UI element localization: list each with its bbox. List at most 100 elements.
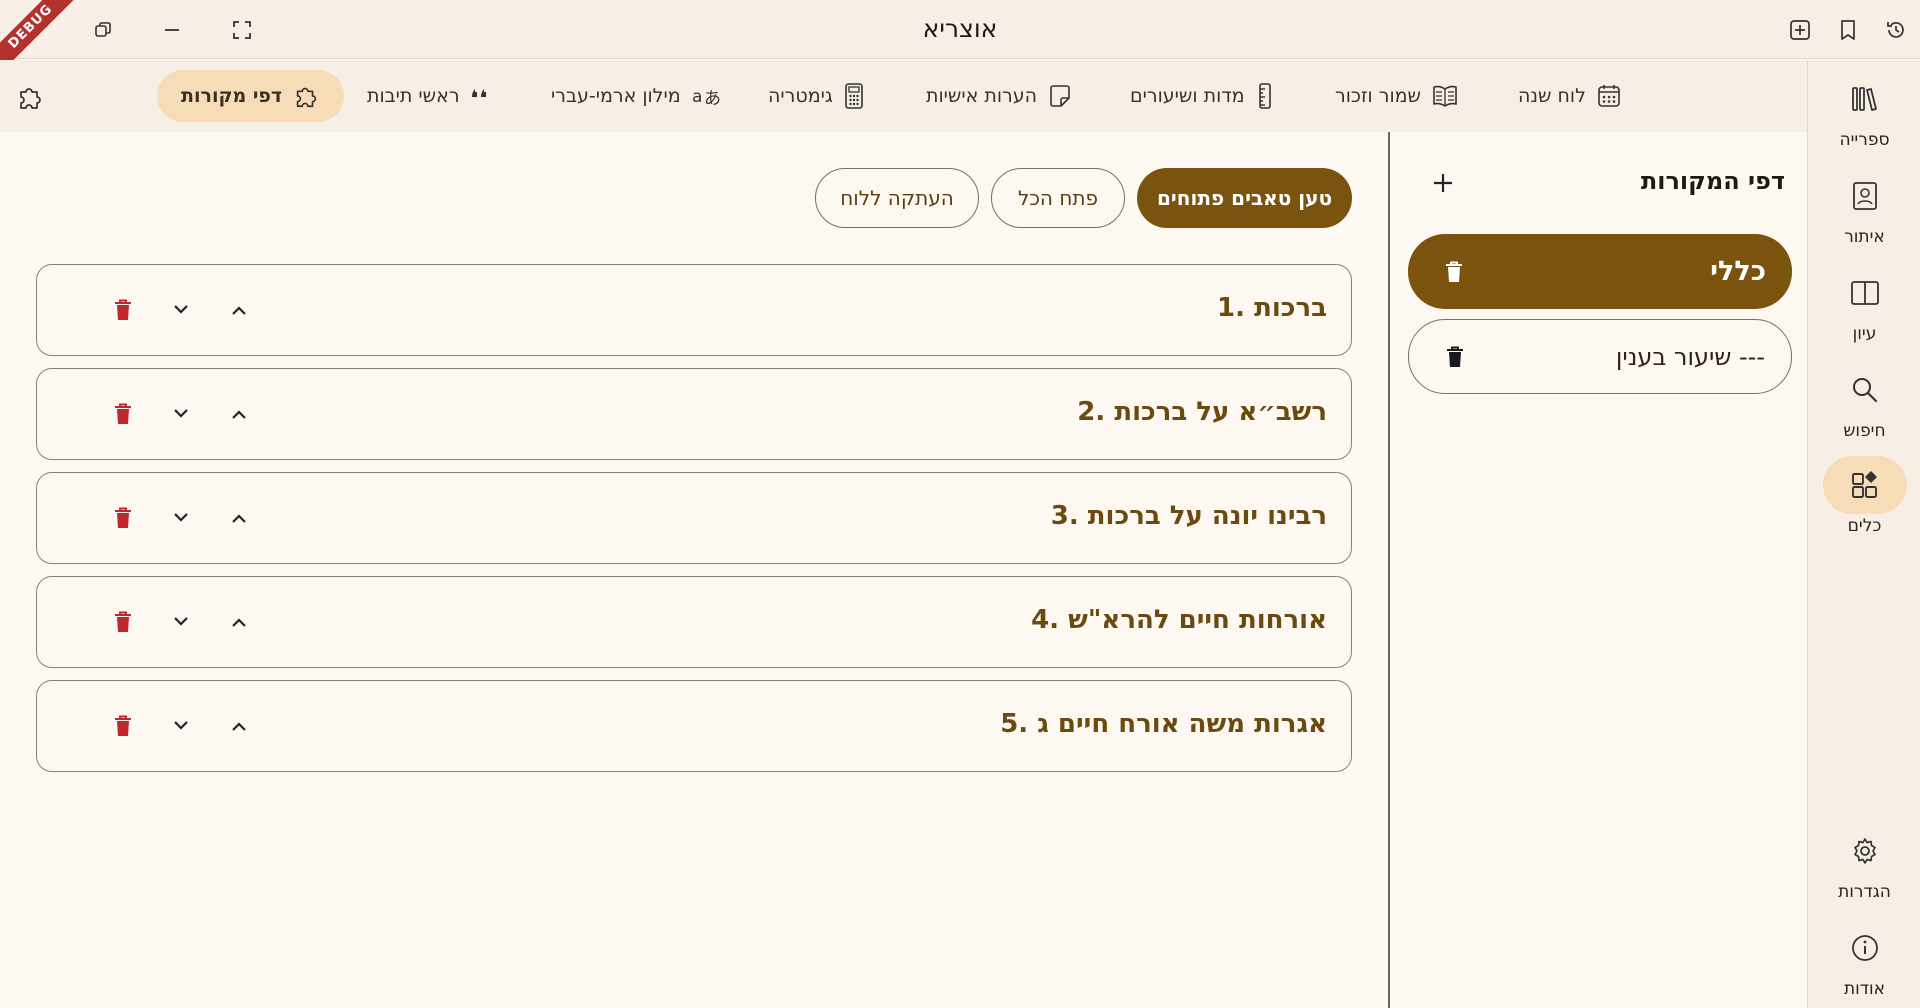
bookmarks-button[interactable] — [1832, 14, 1864, 46]
chevron-down-icon — [174, 617, 188, 626]
chevron-down-icon — [174, 409, 188, 418]
source-title: 5. אגרות משה אורח חיים ג — [1000, 709, 1327, 739]
source-title: 3. רבינו יונה על ברכות — [1050, 501, 1327, 531]
source-title: 4. אורחות חיים להרא"ש — [1031, 605, 1327, 635]
rail-label: איתור — [1844, 227, 1885, 247]
tool-label: מדות ושיעורים — [1130, 85, 1245, 107]
rail-item-reading[interactable]: עיון — [1808, 264, 1920, 354]
move-up-button[interactable] — [223, 605, 255, 639]
sheet-item-lesson[interactable]: שיעור בענין --- — [1408, 319, 1792, 394]
list-item[interactable]: 5. אגרות משה אורח חיים ג — [36, 680, 1352, 772]
tool-label: מילון ארמי-עברי — [551, 85, 681, 107]
source-title: 1. ברכות — [1217, 293, 1327, 323]
chevron-down-icon — [174, 305, 188, 314]
bookmark-icon — [1841, 20, 1855, 40]
source-sheets-panel: דפי המקורות כללי שיעור בענין --- — [1388, 132, 1807, 1008]
trash-icon — [115, 403, 131, 424]
rail-item-about[interactable]: אודות — [1808, 919, 1920, 1008]
move-up-button[interactable] — [223, 397, 255, 431]
tool-calendar[interactable]: לוח שנה — [1494, 70, 1646, 122]
title-bar: DEBUG אוצריא — [0, 0, 1920, 81]
rail-item-find[interactable]: איתור — [1808, 167, 1920, 257]
move-down-button[interactable] — [165, 397, 197, 431]
sheet-item-general[interactable]: כללי — [1408, 234, 1792, 309]
delete-source-button[interactable] — [107, 501, 139, 535]
tool-label: ראשי תיבות — [367, 85, 460, 107]
delete-sheet-button[interactable] — [1445, 345, 1465, 369]
tool-source-sheets[interactable]: דפי מקורות — [157, 70, 345, 122]
rail-label: ספרייה — [1839, 130, 1890, 150]
move-down-button[interactable] — [165, 501, 197, 535]
open-all-button[interactable]: פתח הכל — [991, 168, 1125, 228]
chevron-down-icon — [174, 721, 188, 730]
svg-text:a: a — [692, 87, 702, 107]
list-item[interactable]: 3. רבינו יונה על ברכות — [36, 472, 1352, 564]
history-button[interactable] — [1880, 14, 1912, 46]
navigation-rail: ספרייה איתור עיון חיפוש כלים הגדרות אודו… — [1807, 60, 1920, 1008]
tool-label: לוח שנה — [1518, 85, 1586, 107]
translate-icon: aあ — [692, 87, 721, 109]
list-item[interactable]: 4. אורחות חיים להרא"ש — [36, 576, 1352, 668]
chevron-up-icon — [232, 618, 246, 627]
move-up-button[interactable] — [223, 709, 255, 743]
list-item[interactable]: 1. ברכות — [36, 264, 1352, 356]
rail-item-settings[interactable]: הגדרות — [1808, 822, 1920, 912]
move-down-button[interactable] — [165, 293, 197, 327]
tools-icon — [1851, 471, 1877, 498]
library-icon — [1851, 87, 1877, 111]
chevron-down-icon — [174, 513, 188, 522]
load-open-tabs-button[interactable]: טען טאבים פתוחים — [1137, 168, 1352, 228]
rail-item-search[interactable]: חיפוש — [1808, 361, 1920, 451]
rail-label: אודות — [1843, 979, 1886, 999]
rail-item-tools[interactable]: כלים — [1808, 456, 1920, 546]
plus-icon — [1434, 174, 1452, 192]
sheet-label: כללי — [1710, 256, 1766, 287]
trash-icon — [1446, 261, 1462, 282]
trash-icon — [115, 299, 131, 320]
move-down-button[interactable] — [165, 709, 197, 743]
svg-text:あ: あ — [704, 89, 721, 109]
tool-acronyms[interactable]: ראשי תיבות — [343, 70, 516, 122]
delete-source-button[interactable] — [107, 397, 139, 431]
copy-to-board-button[interactable]: העתקה ללוח — [815, 168, 979, 228]
info-icon — [1851, 935, 1878, 961]
ruler-icon — [1258, 83, 1271, 109]
note-icon — [1050, 85, 1070, 107]
find-book-icon — [1852, 182, 1877, 210]
trash-icon — [1447, 346, 1463, 367]
tool-label: הערות אישיות — [926, 85, 1038, 107]
open-book-icon — [1433, 85, 1457, 107]
puzzle-icon[interactable] — [13, 80, 47, 114]
delete-source-button[interactable] — [107, 605, 139, 639]
tool-shamor-vezachor[interactable]: שמור וזכור — [1311, 70, 1483, 122]
tool-gematria[interactable]: גימטריה — [744, 70, 889, 122]
chevron-up-icon — [232, 514, 246, 523]
tool-personal-notes[interactable]: הערות אישיות — [902, 70, 1097, 122]
tools-bar: לוח שנה שמור וזכור מדות ושיעורים הערות א… — [0, 60, 1807, 132]
search-icon — [1852, 378, 1877, 403]
move-up-button[interactable] — [223, 293, 255, 327]
delete-sheet-button[interactable] — [1444, 260, 1464, 284]
puzzle-icon — [296, 87, 317, 108]
sheet-label: שיעור בענין --- — [1615, 342, 1765, 371]
delete-source-button[interactable] — [107, 293, 139, 327]
chevron-up-icon — [232, 410, 246, 419]
move-up-button[interactable] — [223, 501, 255, 535]
rail-item-library[interactable]: ספרייה — [1808, 70, 1920, 160]
delete-source-button[interactable] — [107, 709, 139, 743]
rail-label: חיפוש — [1843, 421, 1886, 441]
gear-icon — [1853, 838, 1876, 864]
chevron-up-icon — [232, 306, 246, 315]
chevron-up-icon — [232, 722, 246, 731]
calendar-icon — [1598, 85, 1620, 107]
reading-icon — [1850, 281, 1879, 305]
add-sheet-button[interactable] — [1426, 166, 1460, 200]
new-tab-button[interactable] — [1784, 14, 1816, 46]
history-icon — [1887, 22, 1904, 38]
tool-measures[interactable]: מדות ושיעורים — [1106, 70, 1299, 122]
list-item[interactable]: 2. רשב״א על ברכות — [36, 368, 1352, 460]
move-down-button[interactable] — [165, 605, 197, 639]
tool-label: גימטריה — [768, 85, 833, 107]
tool-aramaic-dictionary[interactable]: aあ מילון ארמי-עברי — [527, 70, 745, 122]
rail-label: כלים — [1847, 516, 1882, 536]
